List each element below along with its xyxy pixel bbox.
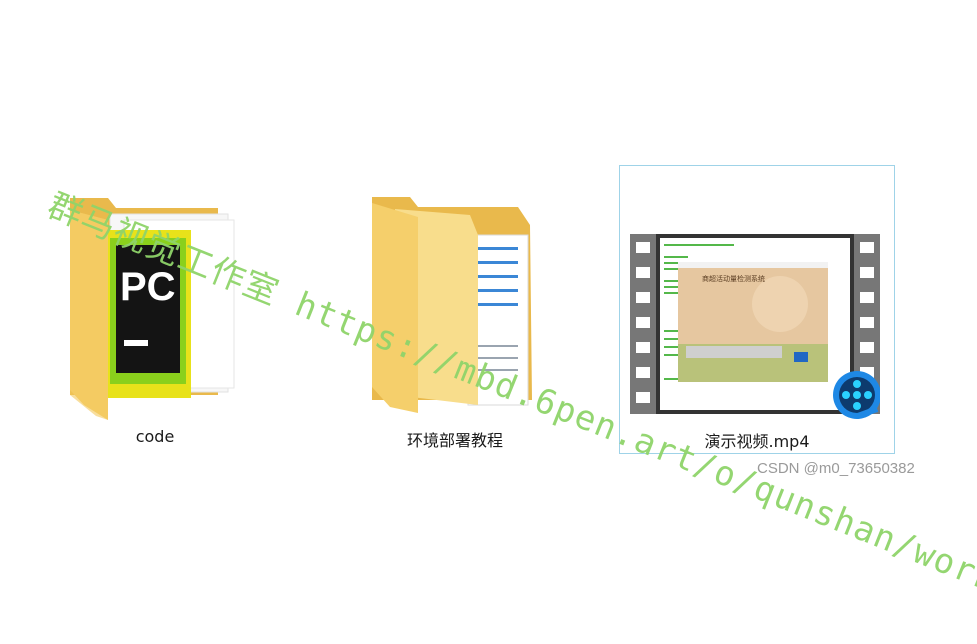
item-label: 环境部署教程 [406,431,503,450]
csdn-source-mark: CSDN @m0_73650382 [757,460,915,477]
item-label: code [135,427,175,446]
file-demo-video[interactable]: 商超活动量检测系统 演示视频.mp4 [619,165,895,454]
video-thumbnail-icon: 商超活动量检测系统 [630,234,880,419]
thumbnail-window-title: 商超活动量检测系统 [702,274,765,283]
